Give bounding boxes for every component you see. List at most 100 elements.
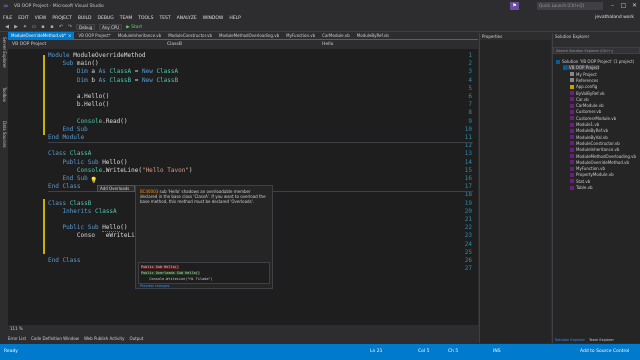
solution-tree-item[interactable]: CarModule.vb [570, 103, 604, 108]
solution-tree-item[interactable]: ModuleInheritance.vb [570, 147, 619, 152]
code-line[interactable]: Inherits ClassA [48, 208, 116, 215]
menu-project[interactable]: PROJECT [52, 16, 71, 21]
solution-tree-item[interactable]: Table.vb [570, 185, 593, 190]
preview-changes-link[interactable]: Preview changes [140, 284, 169, 288]
configuration-select[interactable]: Debug [76, 24, 96, 30]
solution-tree-item[interactable]: ModuleByRef.vb [570, 128, 608, 133]
forward-icon[interactable]: ▶ [13, 24, 19, 30]
tab-error-list[interactable]: Error List [8, 336, 26, 342]
tab-code-definition-window[interactable]: Code Definition Window [31, 336, 79, 342]
code-line[interactable]: a.Hello() [48, 93, 110, 100]
solution-tree-item[interactable]: PropertyModule.vb [570, 172, 614, 177]
add-to-source-control[interactable]: Add to Source Control [580, 349, 629, 354]
solution-tree-item[interactable]: ModuleOverrideMethod.vb [570, 160, 629, 165]
code-line[interactable]: End Class [48, 183, 81, 190]
tab-module-by-ref[interactable]: ModuleByRef.vb [354, 32, 392, 39]
code-line[interactable]: End Sub [48, 126, 87, 133]
new-project-icon[interactable]: ✦ [22, 24, 28, 30]
code-line[interactable]: End Sub [48, 175, 87, 182]
solution-tree-item[interactable]: MyFunction.vb [570, 166, 605, 171]
menu-window[interactable]: WINDOW [203, 16, 224, 21]
tab-output[interactable]: Output [129, 336, 143, 342]
solution-tree-item[interactable]: ModuleMethodOverloading.vb [570, 154, 636, 159]
menu-test[interactable]: TEST [159, 16, 170, 21]
member-dropdown[interactable]: Hello [318, 42, 473, 47]
code-line[interactable]: Sub main() [48, 60, 98, 67]
code-line[interactable]: Public Sub Hello() [48, 224, 128, 233]
menu-build[interactable]: BUILD [78, 16, 92, 21]
code-line[interactable]: Class ClassB [48, 200, 91, 207]
minimize-button[interactable]: – [607, 0, 618, 12]
solution-tree-item[interactable]: ModuleConstructor.vb [570, 141, 620, 146]
menu-edit[interactable]: EDIT [18, 16, 28, 21]
notification-flag-icon[interactable]: ⚑ [510, 2, 519, 10]
start-debugging-button[interactable]: ▶ Start [126, 25, 142, 30]
line-number: 22 [464, 224, 472, 232]
code-line[interactable]: Dim b As ClassB = New ClassB [48, 77, 178, 84]
quick-action-add-overloads[interactable]: Add Overloads [97, 185, 135, 192]
code-line[interactable]: Class ClassA [48, 150, 91, 157]
menu-analyze[interactable]: ANALYZE [177, 16, 197, 21]
menu-tools[interactable]: TOOLS [138, 16, 153, 21]
tab-team-explorer[interactable]: Team Explorer [587, 337, 616, 343]
tab-module-inheritance[interactable]: ModuleInheritance.vb [115, 32, 164, 39]
solution-tree-item[interactable]: My Project [570, 72, 597, 77]
code-line[interactable]: b.Hello() [48, 101, 110, 108]
toolbox-tab[interactable]: Toolbox [1, 87, 7, 102]
tab-module-override-method[interactable]: ModuleOverrideMethod.vb* × [8, 32, 75, 39]
data-sources-tab[interactable]: Data Sources [1, 121, 7, 148]
tab-my-function[interactable]: MyFunction.vb [283, 32, 318, 39]
tab-solution-explorer[interactable]: Solution Explorer [553, 337, 587, 343]
solution-tree-item[interactable]: Module1.vb [570, 122, 599, 127]
code-line[interactable]: End Class [48, 257, 81, 264]
code-line[interactable]: Console.Read() [48, 118, 128, 125]
lightbulb-icon[interactable]: 💡 [90, 177, 97, 184]
solution-search-input[interactable]: Search Solution Explorer (Ctrl+;) [553, 47, 640, 54]
zoom-level[interactable]: 111 % [8, 326, 48, 332]
line-number: 6 [468, 93, 472, 100]
menu-view[interactable]: VIEW [35, 16, 47, 21]
menu-debug[interactable]: DEBUG [98, 16, 114, 21]
vb-file-icon [570, 154, 574, 158]
save-icon[interactable]: ▪ [40, 24, 46, 30]
code-line[interactable]: End Module [48, 134, 84, 141]
platform-select[interactable]: Any CPU [99, 24, 123, 30]
server-explorer-tab[interactable]: Server Explorer [1, 37, 7, 68]
solution-tree-item[interactable]: ByValByRef.vb [570, 91, 605, 96]
solution-tree-item[interactable]: CustomerModule.vb [570, 116, 616, 121]
solution-tree-item[interactable]: Car.vb [570, 97, 589, 102]
tab-web-publish-activity[interactable]: Web Publish Activity [84, 336, 124, 342]
solution-tree-item[interactable]: References [570, 78, 598, 83]
redo-icon[interactable]: ↷ [67, 24, 73, 30]
undo-icon[interactable]: ↶ [58, 24, 64, 30]
tab-car-module[interactable]: CarModule.vb [319, 32, 353, 39]
close-button[interactable]: ✕ [629, 0, 640, 12]
code-line[interactable]: Module ModuleOverrideMethod [48, 52, 146, 59]
solution-tree-item[interactable]: Customer.vb [570, 109, 601, 114]
tab-module-constructor[interactable]: ModuleConstructor.vb [165, 32, 215, 39]
menu-help[interactable]: HELP [229, 16, 240, 21]
back-icon[interactable]: ◀ [4, 24, 10, 30]
tab-module-method-overloading[interactable]: ModuleMethodOverloading.vb [216, 32, 282, 39]
close-tab-icon[interactable]: × [68, 32, 71, 39]
solution-tree-item[interactable]: VB OOP Project [563, 65, 600, 71]
solution-tree-item[interactable]: ModuleByVal.vb [570, 135, 608, 140]
code-line[interactable]: Dim a As ClassA = New ClassA [48, 68, 178, 75]
maximize-button[interactable]: □ [618, 0, 629, 12]
class-dropdown[interactable]: ClassB [163, 42, 318, 47]
tab-vb-oop-project[interactable]: VB OOP Project* [75, 32, 113, 39]
code-line[interactable]: Console.WriteLine("Hello Tavon") [48, 167, 193, 174]
menu-team[interactable]: TEAM [120, 16, 133, 21]
menu-file[interactable]: FILE [3, 16, 12, 21]
solution-tree-item[interactable]: Solution 'VB OOP Project' (1 project) [556, 59, 634, 64]
save-all-icon[interactable]: ▪ [49, 24, 55, 30]
open-icon[interactable]: ▭ [31, 24, 37, 30]
code-line[interactable]: Public Sub Hello() [48, 159, 127, 166]
solution-tree-item[interactable]: App.config [570, 84, 597, 89]
code-change-preview: Public Sub Hello() Public Overloads Sub … [138, 262, 270, 284]
signed-in-user[interactable]: jevathaland work [595, 14, 634, 22]
tree-item-label: VB OOP Project [569, 65, 600, 71]
project-dropdown[interactable]: VB OOP Project [8, 42, 163, 47]
quick-launch-input[interactable]: Quick Launch (Ctrl+Q) [537, 2, 603, 10]
solution-tree-item[interactable]: Stat.vb [570, 179, 590, 184]
